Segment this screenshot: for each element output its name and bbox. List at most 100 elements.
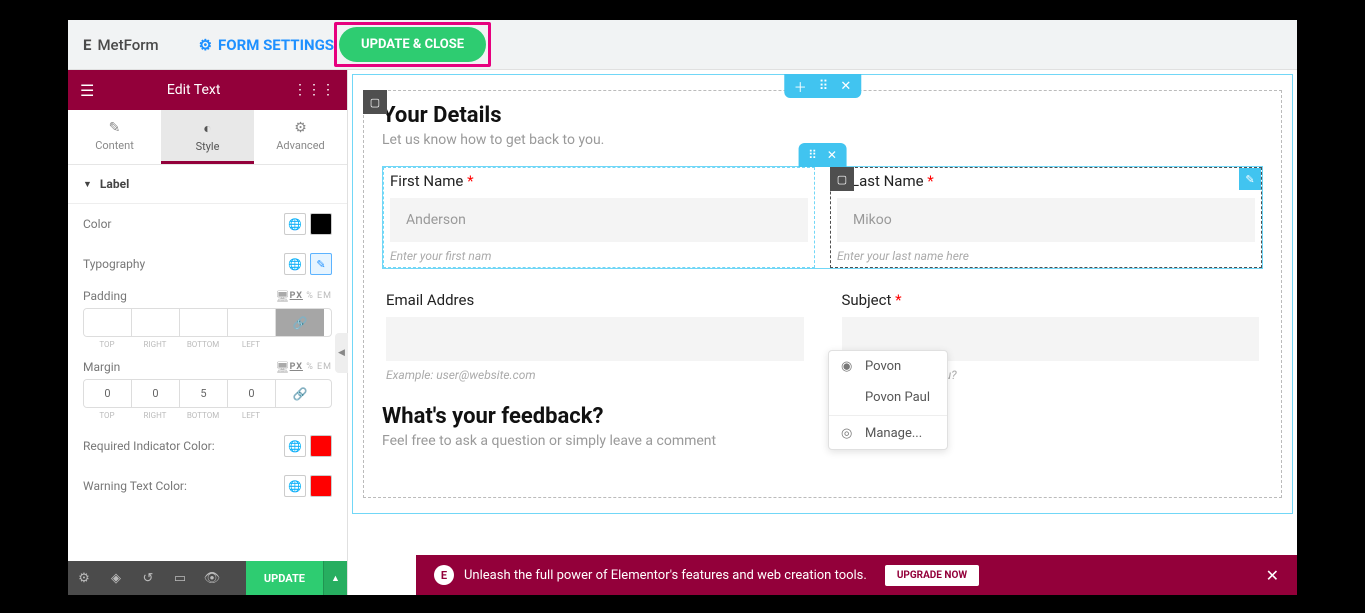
typography-control: Typography 🌐 ✎ <box>68 244 347 284</box>
tab-style[interactable]: ◐ Style <box>161 110 254 164</box>
unit-em[interactable]: EM <box>317 362 332 372</box>
margin-bottom-input[interactable] <box>180 380 228 407</box>
unit-px[interactable]: PX <box>290 362 303 372</box>
tab-advanced-label: Advanced <box>276 139 324 152</box>
dir-left: LEFT <box>227 411 275 420</box>
last-name-label: Last Name * <box>833 168 1259 190</box>
settings-icon[interactable]: ⚙ <box>68 561 100 595</box>
sidebar-header: ☰ Edit Text ⋮⋮⋮ <box>68 70 347 110</box>
upgrade-now-button[interactable]: UPGRADE NOW <box>885 565 979 586</box>
column[interactable]: ▢ Your Details Let us know how to get ba… <box>363 90 1282 498</box>
preview-icon[interactable]: 👁 <box>196 561 228 595</box>
last-name-widget[interactable]: ▢ ✎ Last Name * Enter your last name her… <box>830 167 1262 268</box>
autocomplete-opt1: Povon <box>865 359 901 374</box>
inner-section-toolbar[interactable]: ⠿ ✕ <box>798 143 847 167</box>
email-input[interactable] <box>386 317 804 361</box>
link-values-icon[interactable]: 🔗 <box>276 309 324 336</box>
autocomplete-popup: ◉ Povon Povon Paul ◎ Manage... <box>828 350 948 450</box>
margin-right-input[interactable] <box>132 380 180 407</box>
widgets-grid-icon[interactable]: ⋮⋮⋮ <box>293 82 335 98</box>
caret-down-icon: ▼ <box>83 179 92 190</box>
brand: E MetForm <box>83 36 159 54</box>
globe-icon[interactable]: 🌐 <box>284 475 306 497</box>
delete-icon[interactable]: ✕ <box>827 148 837 162</box>
email-help: Example: user@website.com <box>382 368 808 386</box>
padding-right-input[interactable] <box>132 309 180 336</box>
required-swatch[interactable] <box>310 435 332 457</box>
promo-bar: E Unleash the full power of Elementor's … <box>416 555 1297 595</box>
chrome-icon: ◎ <box>841 426 855 441</box>
dir-top: TOP <box>83 340 131 349</box>
elementor-icon: E <box>83 36 91 54</box>
dir-bottom: BOTTOM <box>179 411 227 420</box>
margin-top-input[interactable] <box>84 380 132 407</box>
autocomplete-opt2: Povon Paul <box>865 390 930 405</box>
delete-section-icon[interactable]: ✕ <box>840 79 851 94</box>
canvas[interactable]: ＋ ⠿ ✕ ▢ Your Details Let us know how to … <box>348 70 1297 595</box>
responsive-icon[interactable]: ▭ <box>164 561 196 595</box>
first-name-input[interactable] <box>390 198 808 242</box>
promo-text: Unleash the full power of Elementor's fe… <box>464 568 867 583</box>
padding-left-input[interactable] <box>228 309 276 336</box>
column-handle-icon[interactable]: ▢ <box>363 90 387 114</box>
device-icon[interactable]: 🖥 <box>276 290 290 303</box>
gear-icon: ⚙ <box>199 36 212 54</box>
update-button[interactable]: UPDATE <box>246 561 323 595</box>
pencil-icon: ✎ <box>68 120 161 136</box>
update-and-close-button[interactable]: UPDATE & CLOSE <box>339 27 486 62</box>
device-icon[interactable]: 🖥 <box>276 361 290 374</box>
form-settings-link[interactable]: ⚙ FORM SETTINGS <box>199 36 334 54</box>
last-name-help: Enter your last name here <box>833 249 1259 267</box>
padding-bottom-input[interactable] <box>180 309 228 336</box>
color-swatch[interactable] <box>310 213 332 235</box>
modal-topbar: E MetForm ⚙ FORM SETTINGS UPDATE & CLOSE <box>68 20 1297 70</box>
edit-widget-button[interactable]: ✎ <box>1239 168 1261 190</box>
close-promo-icon[interactable]: ✕ <box>1266 566 1279 585</box>
drag-icon[interactable]: ⠿ <box>808 148 817 162</box>
email-widget[interactable]: Email Addres Example: user@website.com <box>382 287 808 386</box>
navigator-icon[interactable]: ◈ <box>100 561 132 595</box>
autocomplete-option[interactable]: Povon Paul <box>829 382 947 413</box>
your-details-heading: Your Details <box>382 103 1263 128</box>
link-values-icon[interactable]: 🔗 <box>276 380 324 407</box>
unit-pct[interactable]: % <box>306 291 314 301</box>
padding-label: Padding <box>83 289 272 303</box>
first-name-help: Enter your first nam <box>386 249 812 267</box>
padding-top-input[interactable] <box>84 309 132 336</box>
autocomplete-manage[interactable]: ◎ Manage... <box>829 418 947 449</box>
typography-label: Typography <box>83 257 284 271</box>
elementor-badge-icon: E <box>434 565 454 585</box>
sidebar-title: Edit Text <box>94 82 293 98</box>
margin-left-input[interactable] <box>228 380 276 407</box>
unit-px[interactable]: PX <box>290 291 303 301</box>
column-handle-icon[interactable]: ▢ <box>830 167 854 191</box>
brand-label: MetForm <box>97 36 158 54</box>
typography-edit-button[interactable]: ✎ <box>310 253 332 275</box>
unit-pct[interactable]: % <box>306 362 314 372</box>
color-label: Color <box>83 217 284 231</box>
globe-icon[interactable]: 🌐 <box>284 253 306 275</box>
autocomplete-manage-label: Manage... <box>865 426 922 441</box>
hamburger-icon[interactable]: ☰ <box>80 81 94 100</box>
editor-footer: ⚙ ◈ ↺ ▭ 👁 UPDATE ▲ <box>68 561 347 595</box>
update-caret-button[interactable]: ▲ <box>323 561 347 595</box>
section-label-header[interactable]: ▼ Label <box>68 165 347 204</box>
warning-swatch[interactable] <box>310 475 332 497</box>
collapse-sidebar-handle[interactable]: ◀ <box>335 333 348 373</box>
globe-icon[interactable]: 🌐 <box>284 435 306 457</box>
subject-label: Subject * <box>838 287 1264 309</box>
tab-advanced[interactable]: ⚙ Advanced <box>254 110 347 164</box>
last-name-input[interactable] <box>837 198 1255 242</box>
section[interactable]: ＋ ⠿ ✕ ▢ Your Details Let us know how to … <box>352 74 1293 514</box>
add-section-icon[interactable]: ＋ <box>794 77 807 96</box>
section-toolbar[interactable]: ＋ ⠿ ✕ <box>784 74 861 98</box>
first-name-widget[interactable]: First Name * Enter your first nam <box>383 167 815 268</box>
globe-icon[interactable]: 🌐 <box>284 213 306 235</box>
autocomplete-option[interactable]: ◉ Povon <box>829 351 947 382</box>
drag-section-icon[interactable]: ⠿ <box>819 79 829 94</box>
warning-text-label: Warning Text Color: <box>83 479 284 493</box>
history-icon[interactable]: ↺ <box>132 561 164 595</box>
tab-content[interactable]: ✎ Content <box>68 110 161 164</box>
unit-em[interactable]: EM <box>317 291 332 301</box>
dir-right: RIGHT <box>131 411 179 420</box>
